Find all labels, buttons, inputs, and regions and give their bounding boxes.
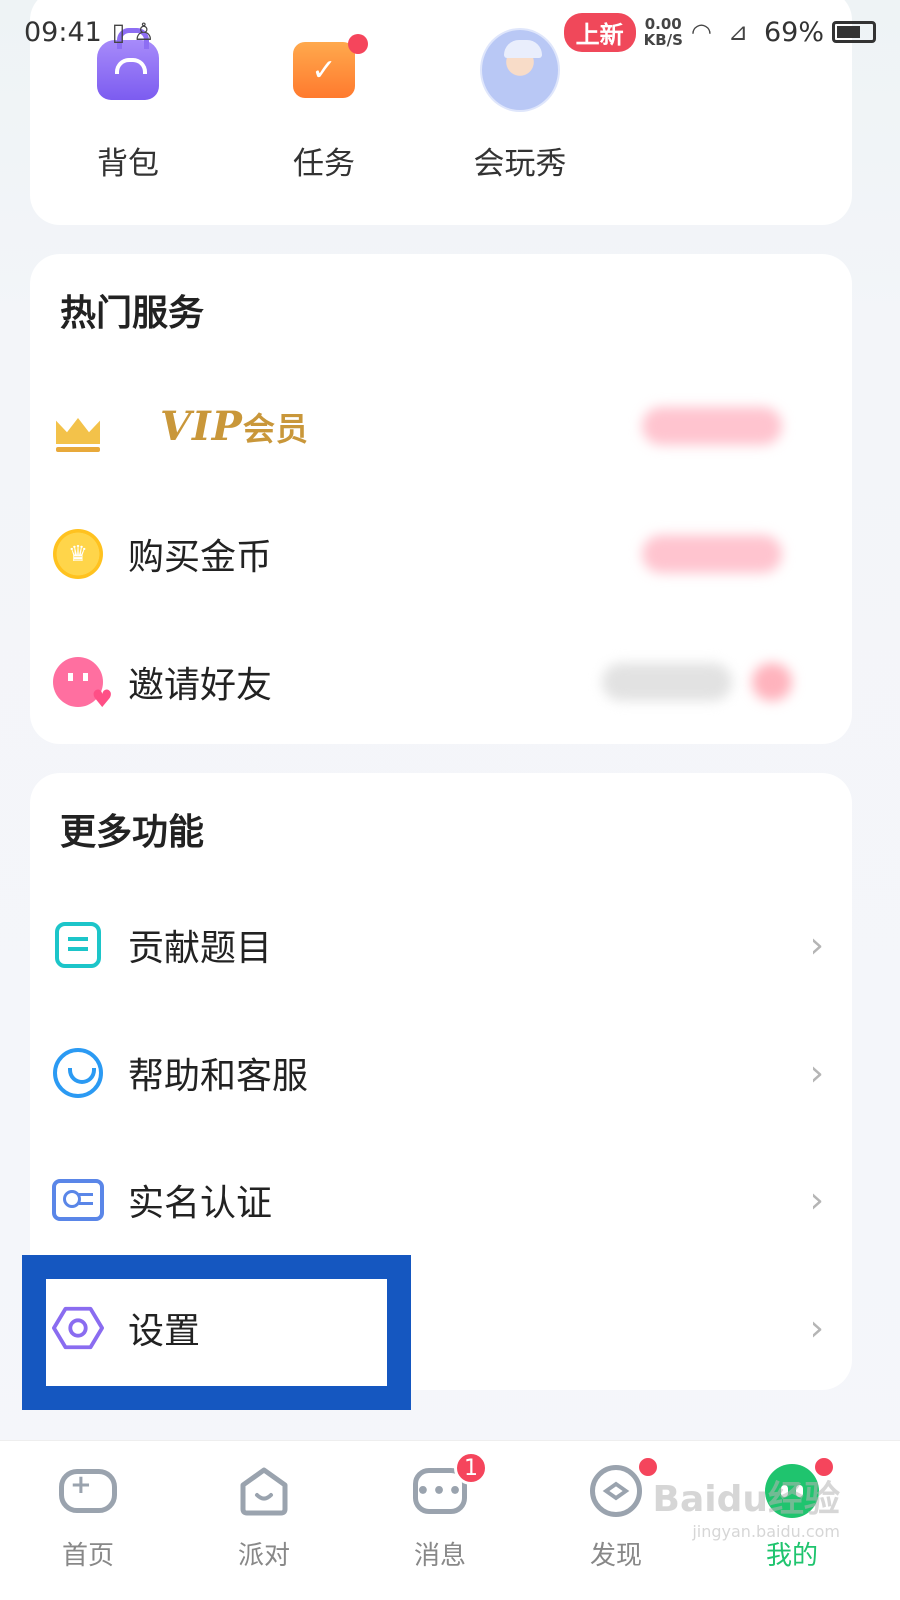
invite-friends-row[interactable]: 邀请好友 bbox=[30, 632, 852, 732]
vip-row[interactable]: VIP会员 bbox=[30, 376, 852, 476]
vip-promo-blurred bbox=[642, 407, 782, 445]
gamepad-icon bbox=[59, 1469, 117, 1513]
help-service-row[interactable]: 帮助和客服 › bbox=[30, 1023, 852, 1123]
help-service-label: 帮助和客服 bbox=[128, 1056, 309, 1097]
id-verify-row[interactable]: 实名认证 › bbox=[30, 1150, 852, 1250]
network-speed: 0.00 KB/S bbox=[643, 15, 683, 49]
tab-label: 发现 bbox=[589, 1541, 642, 1571]
invite-promo-blurred bbox=[602, 663, 732, 701]
contribute-question-row[interactable]: 贡献题目 › bbox=[30, 895, 852, 995]
compass-icon bbox=[590, 1465, 642, 1517]
crown-icon bbox=[52, 400, 104, 452]
section-title-more: 更多功能 bbox=[60, 812, 205, 853]
wifi-icon: ◠ bbox=[690, 18, 712, 46]
shortcut-label: 会玩秀 bbox=[473, 146, 567, 182]
buy-coins-row[interactable]: ♛ 购买金币 bbox=[30, 504, 852, 604]
tab-home[interactable]: 首页 bbox=[0, 1441, 176, 1600]
tab-label: 消息 bbox=[413, 1541, 466, 1571]
vip-member-label: VIP会员 bbox=[160, 402, 309, 450]
status-time: 09:41 bbox=[24, 16, 102, 48]
shortcut-label: 任务 bbox=[293, 146, 355, 182]
hot-services-card: 热门服务 VIP会员 ♛ 购买金币 邀请好友 bbox=[30, 254, 852, 744]
id-verify-icon bbox=[52, 1174, 104, 1226]
invite-friends-label: 邀请好友 bbox=[128, 665, 273, 706]
id-verify-label: 实名认证 bbox=[128, 1183, 273, 1224]
coin-icon: ♛ bbox=[52, 528, 104, 580]
section-title-hot: 热门服务 bbox=[60, 293, 205, 334]
battery-percent: 69% bbox=[763, 16, 824, 48]
chevron-right-icon: › bbox=[809, 924, 824, 966]
status-bar: 09:41 ▯ ♙ 上新 0.00 KB/S ◠ ⊿ 69% bbox=[0, 0, 900, 64]
tab-label: 派对 bbox=[237, 1541, 290, 1571]
buy-coins-label: 购买金币 bbox=[128, 537, 273, 578]
tab-label: 首页 bbox=[61, 1541, 114, 1571]
chevron-right-icon: › bbox=[809, 1179, 824, 1221]
message-count-badge: 1 bbox=[454, 1451, 488, 1485]
vibrate-icon: ▯ bbox=[111, 18, 126, 46]
settings-label: 设置 bbox=[128, 1311, 201, 1352]
contribute-question-icon bbox=[52, 919, 104, 971]
settings-hex-icon bbox=[52, 1302, 104, 1354]
tab-party[interactable]: 派对 bbox=[176, 1441, 352, 1600]
invite-friend-icon bbox=[52, 656, 113, 713]
more-features-card: 更多功能 贡献题目 › 帮助和客服 › 实名认证 › 设置 › bbox=[30, 773, 852, 1390]
shortcut-label: 背包 bbox=[97, 146, 159, 182]
settings-row[interactable]: 设置 › bbox=[30, 1278, 852, 1378]
chevron-right-icon: › bbox=[809, 1052, 824, 1094]
no-signal-icon: ⊿ bbox=[727, 18, 748, 46]
baidu-jingyan-watermark: Baidu经验 jingyan.baidu.com bbox=[652, 1479, 840, 1541]
invite-dot-blurred bbox=[752, 663, 792, 701]
qq-penguin-icon: ♙ bbox=[133, 18, 155, 46]
help-service-icon bbox=[52, 1047, 104, 1099]
chevron-right-icon: › bbox=[809, 1307, 824, 1349]
new-badge: 上新 bbox=[563, 12, 636, 52]
tab-messages[interactable]: ••• 1 消息 bbox=[352, 1441, 528, 1600]
party-house-icon bbox=[240, 1467, 288, 1516]
contribute-question-label: 贡献题目 bbox=[128, 928, 273, 969]
battery-icon bbox=[832, 21, 876, 43]
coins-promo-blurred bbox=[642, 535, 782, 573]
